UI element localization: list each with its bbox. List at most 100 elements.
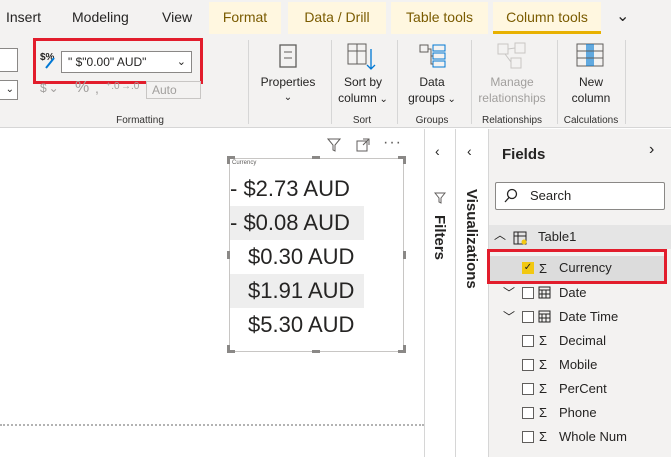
page-boundary-line <box>0 424 424 426</box>
decrease-decimal-icon[interactable]: ⁺.0 <box>106 81 120 92</box>
group-label-groups: Groups <box>415 115 449 126</box>
field-item-phone[interactable]: Phone <box>559 401 597 425</box>
fields-pane-title: Fields <box>502 146 546 163</box>
fields-search-input[interactable]: Search <box>495 182 665 210</box>
percent-icon[interactable]: % <box>75 79 89 97</box>
new-column-label-1: New <box>578 75 603 89</box>
checkbox-checked[interactable]: ✓ <box>522 262 534 274</box>
filters-pane[interactable]: ‹ Filters <box>424 129 456 457</box>
sigma-icon: Σ <box>539 405 548 420</box>
checkbox[interactable] <box>522 287 534 299</box>
checkbox[interactable] <box>522 383 534 395</box>
resize-handle[interactable] <box>403 251 406 259</box>
table-row: - $2.73 AUD <box>230 176 350 201</box>
filter-icon[interactable] <box>326 138 342 155</box>
visual-column-header: Currency <box>232 160 257 166</box>
resize-handle[interactable] <box>403 345 406 353</box>
resize-handle[interactable] <box>403 156 406 164</box>
table-row: $5.30 AUD <box>248 312 355 337</box>
calendar-icon <box>538 310 551 328</box>
tab-format[interactable]: Format <box>209 2 281 34</box>
chevron-down-icon: ⌄ <box>176 56 186 68</box>
properties-label: Properties <box>260 75 316 89</box>
resize-handle[interactable] <box>227 251 230 259</box>
chevron-down-icon: ⌄ <box>283 92 293 103</box>
resize-handle[interactable] <box>312 350 320 353</box>
calendar-icon <box>538 286 551 304</box>
manage-relationships-label-2: relationships <box>478 91 546 105</box>
data-groups-button[interactable]: Data groups ⌄ <box>402 74 462 108</box>
field-item-date-time[interactable]: Date Time <box>559 305 618 329</box>
chevron-down-icon[interactable]: ⌄ <box>616 0 629 34</box>
table-name: Table1 <box>538 229 577 244</box>
sigma-icon: Σ <box>539 261 548 276</box>
thousands-separator-icon[interactable]: , <box>95 80 99 96</box>
chevron-left-icon[interactable]: ‹ <box>467 143 472 159</box>
table-visual[interactable]: Currency - $2.73 AUD - $0.08 AUD $0.30 A… <box>229 158 404 352</box>
tab-data-drill[interactable]: Data / Drill <box>288 2 386 34</box>
tab-table-tools[interactable]: Table tools <box>391 2 488 34</box>
sort-by-column-button[interactable]: Sort by column ⌄ <box>335 74 391 108</box>
checkbox[interactable] <box>522 335 534 347</box>
resize-handle[interactable] <box>227 156 230 164</box>
group-label-formatting: Formatting <box>116 115 164 126</box>
data-groups-label-1: Data <box>419 75 445 89</box>
checkbox[interactable] <box>522 431 534 443</box>
field-item-mobile[interactable]: Mobile <box>559 353 597 377</box>
format-icon: $% <box>40 50 58 73</box>
format-dropdown[interactable]: " $"0.00" AUD" ⌄ <box>61 51 192 73</box>
field-item-percent[interactable]: PerCent <box>559 377 607 401</box>
field-item-currency[interactable]: Currency <box>559 256 612 280</box>
table-row: $1.91 AUD <box>230 274 364 308</box>
sort-by-label-2: column <box>338 91 377 105</box>
checkbox[interactable] <box>522 407 534 419</box>
new-column-label-2: column <box>571 91 611 105</box>
filters-pane-title: Filters <box>431 215 448 261</box>
field-item-whole-num[interactable]: Whole Num <box>559 425 627 449</box>
group-label-relationships: Relationships <box>481 115 543 126</box>
filter-icon <box>433 191 447 209</box>
increase-decimal-icon[interactable]: →.0 <box>121 81 139 92</box>
resize-handle[interactable] <box>227 345 230 353</box>
ribbon-separator <box>625 40 626 124</box>
currency-format-icon[interactable]: $⌄ <box>40 81 61 95</box>
new-column-button[interactable]: New column <box>563 74 619 106</box>
chevron-up-icon[interactable]: ︿ <box>494 226 506 243</box>
properties-button[interactable]: Properties ⌄ <box>254 74 322 106</box>
resize-handle[interactable] <box>312 156 320 159</box>
tab-view[interactable]: View <box>162 0 192 34</box>
sort-by-column-icon <box>347 43 377 76</box>
checkbox[interactable] <box>522 311 534 323</box>
chevron-down-icon[interactable]: ﹀ <box>503 308 515 325</box>
manage-relationships-button[interactable]: Manage relationships <box>474 74 550 106</box>
chevron-down-icon: ⌄ <box>376 94 388 105</box>
visualizations-pane-title: Visualizations <box>463 189 480 289</box>
partial-dropdown[interactable]: ⌄ <box>0 80 18 100</box>
decimal-places-input[interactable]: Auto <box>146 81 201 99</box>
field-item-date[interactable]: Date <box>559 281 586 305</box>
manage-relationships-label-1: Manage <box>490 75 534 89</box>
chevron-down-icon: ⌄ <box>444 94 456 105</box>
partial-input[interactable] <box>0 48 18 72</box>
chevron-right-icon[interactable]: › <box>649 141 654 159</box>
tab-insert[interactable]: Insert <box>6 0 41 34</box>
manage-relationships-icon <box>497 42 527 75</box>
visualizations-pane[interactable]: ‹ Visualizations <box>456 129 489 457</box>
chevron-down-icon[interactable]: ﹀ <box>503 284 515 301</box>
format-dropdown-value: " $"0.00" AUD" <box>68 55 147 69</box>
sigma-icon: Σ <box>539 357 548 372</box>
chevron-left-icon[interactable]: ‹ <box>435 143 440 159</box>
more-options-icon[interactable]: ··· <box>383 134 402 152</box>
checkbox[interactable] <box>522 359 534 371</box>
data-groups-icon <box>419 44 447 73</box>
field-item-decimal[interactable]: Decimal <box>559 329 606 353</box>
table-row: $0.30 AUD <box>248 244 355 269</box>
decimal-places-value: Auto <box>152 83 177 97</box>
ribbon-separator <box>331 40 332 124</box>
ribbon-separator <box>471 40 472 124</box>
search-placeholder: Search <box>530 188 572 203</box>
tab-modeling[interactable]: Modeling <box>72 0 129 34</box>
ribbon-tab-bar: Insert Modeling View Format Data / Drill… <box>0 0 671 34</box>
tab-column-tools[interactable]: Column tools <box>493 2 601 34</box>
focus-mode-icon[interactable] <box>356 138 370 157</box>
